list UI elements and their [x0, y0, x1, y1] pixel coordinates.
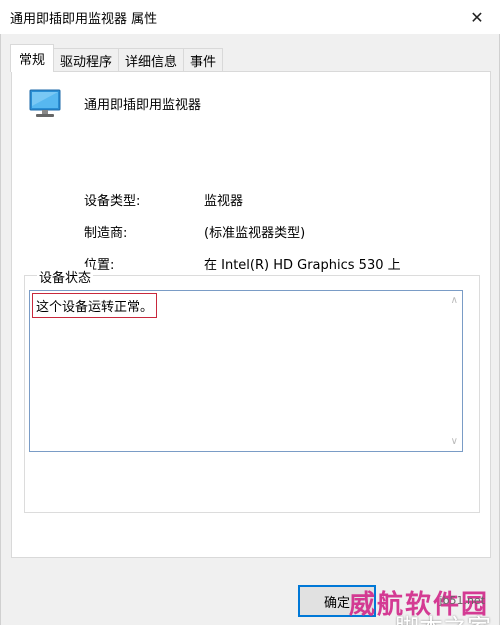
device-type-value: 监视器 — [204, 194, 244, 209]
tab-general[interactable]: 常规 — [10, 44, 55, 72]
device-type-label: 设备类型: — [84, 194, 141, 209]
tab-strip: 常规 驱动程序 详细信息 事件 — [10, 44, 224, 72]
manufacturer-value: (标准监视器类型) — [204, 226, 306, 241]
watermark-text-2: jb51.net — [439, 594, 485, 607]
dialog-body: 常规 驱动程序 详细信息 事件 通用即插即用监视器 设备类型: 监视器 制造商:… — [0, 34, 500, 625]
manufacturer-label: 制造商: — [84, 226, 128, 241]
title-bar: 通用即插即用监视器 属性 ✕ — [0, 0, 500, 34]
general-tab-panel: 通用即插即用监视器 设备类型: 监视器 制造商: (标准监视器类型) 位置: 在… — [11, 71, 491, 558]
close-icon[interactable]: ✕ — [454, 0, 500, 34]
tab-events[interactable]: 事件 — [183, 48, 224, 72]
window-title: 通用即插即用监视器 属性 — [10, 12, 158, 27]
monitor-icon — [28, 88, 62, 120]
device-status-textbox[interactable]: 这个设备运转正常。 ∧ ∨ — [29, 290, 463, 452]
tab-details[interactable]: 详细信息 — [118, 48, 185, 72]
scroll-down-icon[interactable]: ∨ — [451, 436, 458, 447]
device-name: 通用即插即用监视器 — [84, 98, 202, 113]
location-value: 在 Intel(R) HD Graphics 530 上 — [204, 258, 401, 273]
tab-driver[interactable]: 驱动程序 — [53, 48, 120, 72]
watermark-text-3: 脚本之家 — [395, 608, 491, 625]
device-status-legend: 设备状态 — [37, 267, 94, 286]
scroll-up-icon[interactable]: ∧ — [451, 295, 458, 306]
device-status-text: 这个设备运转正常。 — [32, 293, 158, 318]
